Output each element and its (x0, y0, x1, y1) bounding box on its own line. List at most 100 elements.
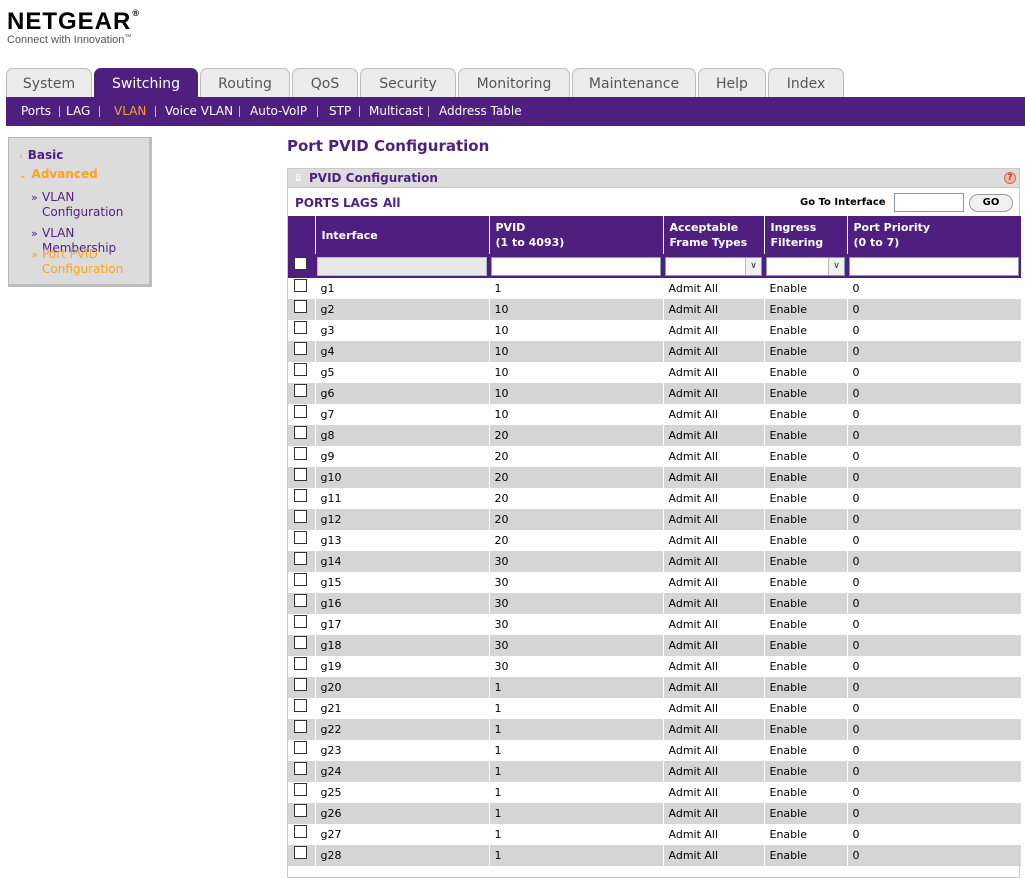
acceptable-frame-types-select[interactable]: ∨ (665, 256, 762, 276)
table-row[interactable]: g20 1 Admit All Enable 0 (288, 677, 1021, 698)
acceptable-frame-types-cell: Admit All (662, 404, 764, 425)
pvid-edit-field[interactable] (491, 256, 661, 276)
tab-index[interactable]: Index (768, 68, 844, 98)
table-row[interactable]: g18 30 Admit All Enable 0 (288, 635, 1021, 656)
table-row[interactable]: g21 1 Admit All Enable 0 (288, 698, 1021, 719)
subnav-ports[interactable]: Ports (21, 97, 51, 126)
table-row[interactable]: g2 10 Admit All Enable 0 (288, 299, 1021, 320)
subnav-auto-voip[interactable]: Auto-VoIP (250, 97, 307, 126)
go-button[interactable]: GO (969, 194, 1013, 212)
tab-routing[interactable]: Routing (200, 68, 290, 98)
table-row[interactable]: g7 10 Admit All Enable 0 (288, 404, 1021, 425)
table-row[interactable]: g11 20 Admit All Enable 0 (288, 488, 1021, 509)
row-checkbox[interactable] (294, 657, 307, 670)
row-checkbox[interactable] (294, 699, 307, 712)
row-checkbox[interactable] (294, 321, 307, 334)
row-checkbox[interactable] (294, 762, 307, 775)
tab-maintenance[interactable]: Maintenance (572, 68, 696, 98)
table-row[interactable]: g1 1 Admit All Enable 0 (288, 278, 1021, 299)
tab-system[interactable]: System (6, 68, 92, 98)
acceptable-frame-types-cell: Admit All (662, 320, 764, 341)
row-checkbox[interactable] (294, 447, 307, 460)
row-checkbox[interactable] (294, 426, 307, 439)
tab-security[interactable]: Security (360, 68, 456, 98)
table-row[interactable]: g3 10 Admit All Enable 0 (288, 320, 1021, 341)
table-row[interactable]: g13 20 Admit All Enable 0 (288, 530, 1021, 551)
row-checkbox[interactable] (294, 531, 307, 544)
row-checkbox[interactable] (294, 636, 307, 649)
table-row[interactable]: g22 1 Admit All Enable 0 (288, 719, 1021, 740)
subnav-multicast[interactable]: Multicast (369, 97, 423, 126)
row-checkbox[interactable] (294, 405, 307, 418)
sidebar-item-vlan-configuration[interactable]: » VLAN Configuration (31, 190, 149, 220)
help-icon[interactable]: ? (1004, 172, 1016, 184)
filter-lags-link[interactable]: LAGS (343, 196, 378, 210)
row-checkbox[interactable] (294, 594, 307, 607)
select-all-checkbox[interactable] (294, 256, 307, 270)
table-row[interactable]: g14 30 Admit All Enable 0 (288, 551, 1021, 572)
table-row[interactable]: g5 10 Admit All Enable 0 (288, 362, 1021, 383)
table-row[interactable]: g17 30 Admit All Enable 0 (288, 614, 1021, 635)
edit-pvid-cell (489, 254, 663, 278)
subnav-address-table[interactable]: Address Table (439, 97, 522, 126)
table-row[interactable]: g10 20 Admit All Enable 0 (288, 467, 1021, 488)
table-row[interactable]: g16 30 Admit All Enable 0 (288, 593, 1021, 614)
table-row[interactable]: g4 10 Admit All Enable 0 (288, 341, 1021, 362)
table-row[interactable]: g27 1 Admit All Enable 0 (288, 824, 1021, 845)
tab-qos[interactable]: QoS (292, 68, 358, 98)
row-checkbox[interactable] (294, 573, 307, 586)
sidebar-item-port-pvid-configuration[interactable]: » Port PVID Configuration (31, 247, 149, 277)
row-checkbox[interactable] (294, 384, 307, 397)
port-priority-edit-field[interactable] (849, 256, 1019, 276)
subnav-voice-vlan[interactable]: Voice VLAN (165, 97, 233, 126)
subnav-stp[interactable]: STP (329, 97, 351, 126)
table-row[interactable]: g28 1 Admit All Enable 0 (288, 845, 1021, 866)
table-row[interactable]: g12 20 Admit All Enable 0 (288, 509, 1021, 530)
row-select-cell (288, 320, 315, 341)
netgear-logo: NETGEAR® Connect with Innovation™ (7, 8, 140, 46)
table-row[interactable]: g9 20 Admit All Enable 0 (288, 446, 1021, 467)
table-row[interactable]: g25 1 Admit All Enable 0 (288, 782, 1021, 803)
filter-all-link[interactable]: All (383, 196, 401, 210)
acceptable-frame-types-cell: Admit All (662, 341, 764, 362)
row-checkbox[interactable] (294, 489, 307, 502)
row-checkbox[interactable] (294, 846, 307, 859)
filter-ports-link[interactable]: PORTS (295, 196, 340, 210)
table-row[interactable]: g15 30 Admit All Enable 0 (288, 572, 1021, 593)
row-checkbox[interactable] (294, 510, 307, 523)
tab-help[interactable]: Help (698, 68, 766, 98)
row-checkbox[interactable] (294, 279, 307, 292)
sidebar-advanced[interactable]: ⌄ Advanced (19, 167, 98, 181)
table-row[interactable]: g26 1 Admit All Enable 0 (288, 803, 1021, 824)
subnav-lag[interactable]: LAG (66, 97, 90, 126)
tab-monitoring[interactable]: Monitoring (458, 68, 570, 98)
tab-switching[interactable]: Switching (94, 68, 198, 99)
acceptable-frame-types-cell: Admit All (662, 383, 764, 404)
row-checkbox[interactable] (294, 468, 307, 481)
table-row[interactable]: g24 1 Admit All Enable 0 (288, 761, 1021, 782)
row-checkbox[interactable] (294, 678, 307, 691)
row-checkbox[interactable] (294, 783, 307, 796)
row-checkbox[interactable] (294, 741, 307, 754)
sidebar-basic[interactable]: › Basic (19, 148, 63, 162)
row-checkbox[interactable] (294, 363, 307, 376)
port-priority-cell: 0 (846, 299, 1021, 320)
table-row[interactable]: g8 20 Admit All Enable 0 (288, 425, 1021, 446)
row-checkbox[interactable] (294, 720, 307, 733)
subnav-vlan[interactable]: VLAN (114, 97, 146, 126)
table-row[interactable]: g23 1 Admit All Enable 0 (288, 740, 1021, 761)
row-checkbox[interactable] (294, 825, 307, 838)
row-checkbox[interactable] (294, 552, 307, 565)
row-checkbox[interactable] (294, 615, 307, 628)
table-row[interactable]: g6 10 Admit All Enable 0 (288, 383, 1021, 404)
table-row[interactable]: g19 30 Admit All Enable 0 (288, 656, 1021, 677)
acceptable-frame-types-cell: Admit All (662, 362, 764, 383)
interface-cell: g16 (314, 593, 489, 614)
interface-cell: g8 (314, 425, 489, 446)
row-checkbox[interactable] (294, 300, 307, 313)
ingress-filtering-select[interactable]: ∨ (766, 256, 845, 276)
interface-cell: g28 (314, 845, 489, 866)
row-checkbox[interactable] (294, 342, 307, 355)
row-checkbox[interactable] (294, 804, 307, 817)
go-to-interface-input[interactable] (894, 193, 964, 212)
